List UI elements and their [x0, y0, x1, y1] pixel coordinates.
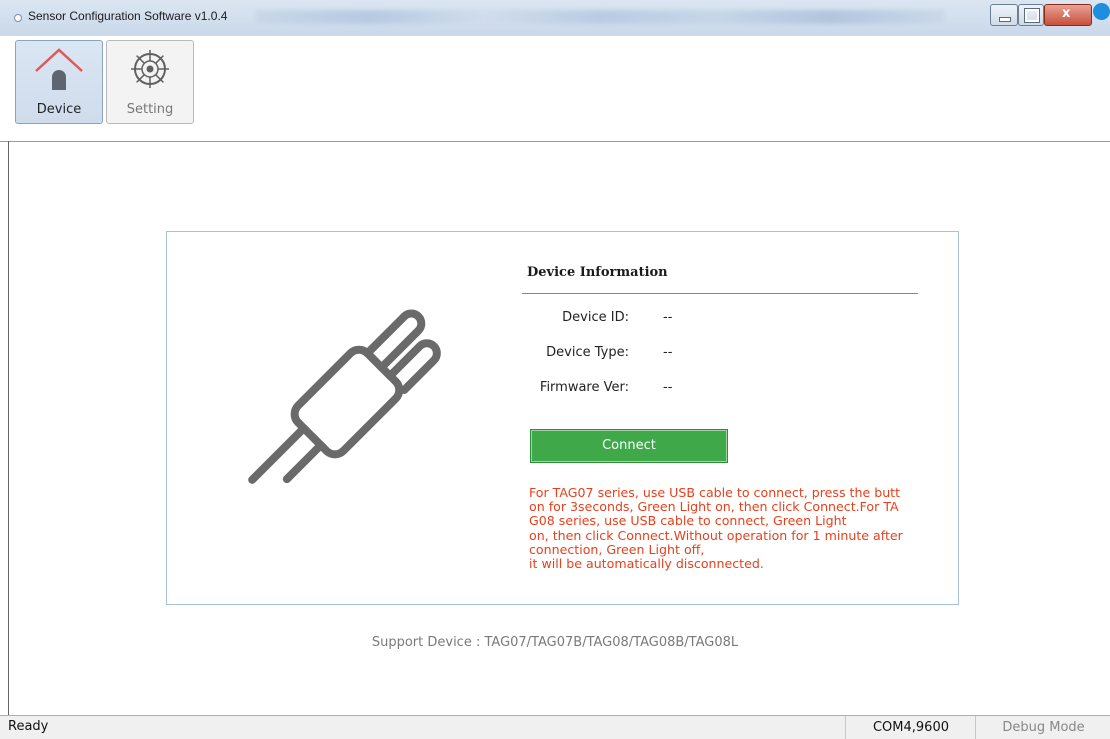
content-left-border	[8, 141, 9, 715]
instruction-line: connection, Green Light off,	[529, 541, 705, 557]
device-id-value: --	[663, 310, 673, 325]
tab-device-label: Device	[36, 102, 82, 117]
close-icon: x	[1062, 6, 1071, 21]
status-port: COM4,9600	[845, 716, 976, 739]
divider	[522, 293, 918, 294]
maximize-button[interactable]	[1018, 4, 1044, 26]
connection-instructions: For TAG07 series, use USB cable to conne…	[529, 485, 949, 572]
instruction-line: For TAG07 series, use USB cable to conne…	[529, 485, 901, 500]
tab-device[interactable]: Device	[15, 40, 103, 124]
tab-setting[interactable]: Setting	[106, 40, 194, 124]
device-type-value: --	[663, 345, 673, 360]
instruction-line: on for 3seconds, Green Light on, then cl…	[529, 499, 899, 515]
supported-devices-text: Support Device : TAG07/TAG07B/TAG08/TAG0…	[371, 635, 739, 650]
plug-icon	[248, 309, 441, 484]
device-id-label: Device ID:	[562, 310, 629, 325]
instruction-line: on, then click Connect.Without operation…	[529, 527, 903, 543]
tray-app-icon[interactable]	[1093, 3, 1110, 20]
connect-button[interactable]: Connect	[530, 429, 728, 463]
status-bar: Ready COM4,9600 Debug Mode	[0, 715, 1110, 739]
window-title: Sensor Configuration Software v1.0.4	[28, 9, 228, 23]
instruction-line: it will be automatically disconnected.	[529, 556, 764, 572]
device-type-label: Device Type:	[546, 345, 629, 360]
device-info-title: Device Information	[527, 265, 668, 280]
tab-setting-label: Setting	[126, 102, 174, 117]
firmware-ver-label: Firmware Ver:	[539, 380, 629, 395]
device-panel: Device Information Device ID: -- Device …	[166, 231, 959, 605]
close-button[interactable]: x	[1044, 4, 1092, 26]
instruction-line: G08 series, use USB cable to connect, Gr…	[529, 513, 847, 529]
minimize-button[interactable]	[990, 4, 1018, 26]
toolbar: Device Setting	[0, 36, 1110, 142]
status-ready: Ready	[8, 719, 49, 734]
title-bar-blurred-area	[255, 10, 945, 24]
gear-icon	[131, 50, 169, 88]
title-bar: Sensor Configuration Software v1.0.4 x	[0, 0, 1110, 37]
app-icon[interactable]	[14, 14, 22, 22]
debug-mode-button[interactable]: Debug Mode	[975, 716, 1110, 739]
firmware-ver-value: --	[663, 380, 673, 395]
house-icon	[35, 48, 83, 90]
